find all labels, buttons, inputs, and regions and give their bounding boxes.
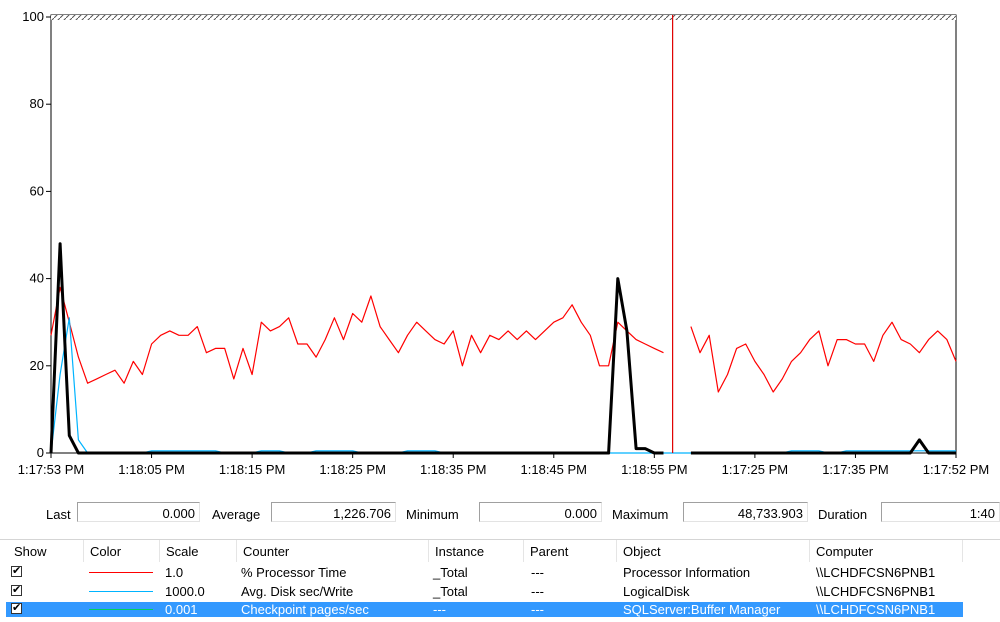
statistics-bar: Last 0.000 Average 1,226.706 Minimum 0.0…	[0, 500, 1000, 526]
legend-row-selected[interactable]: ✔ 0.001 Checkpoint pages/sec --- --- SQL…	[0, 602, 1000, 617]
last-label: Last	[46, 507, 71, 522]
column-header-show[interactable]: Show	[8, 540, 84, 562]
x-tick-label: 1:17:52 PM	[923, 462, 990, 477]
minimum-label: Minimum	[406, 507, 459, 522]
column-header-computer[interactable]: Computer	[810, 540, 963, 562]
computer-name: \\LCHDFCSN6PNB1	[816, 602, 936, 617]
x-tick-label: 1:18:35 PM	[420, 462, 487, 477]
object-name: Processor Information	[623, 565, 751, 580]
x-tick-label: 1:18:25 PM	[319, 462, 386, 477]
object-name: LogicalDisk	[623, 584, 690, 599]
instance-value: ---	[433, 602, 446, 617]
x-tick-label: 1:17:53 PM	[18, 462, 85, 477]
x-tick-label: 1:17:25 PM	[722, 462, 789, 477]
x-tick-label: 1:18:05 PM	[118, 462, 185, 477]
counter-name: Checkpoint pages/sec	[241, 602, 369, 617]
minimum-value: 0.000	[479, 502, 602, 522]
show-checkbox[interactable]: ✔	[11, 566, 22, 577]
x-tick-label: 1:18:55 PM	[621, 462, 688, 477]
x-tick-label: 1:17:35 PM	[822, 462, 889, 477]
color-swatch	[89, 609, 153, 610]
column-header-object[interactable]: Object	[617, 540, 810, 562]
column-header-color[interactable]: Color	[84, 540, 160, 562]
y-tick-label: 80	[30, 96, 44, 111]
y-tick-label: 20	[30, 358, 44, 373]
color-swatch	[89, 572, 153, 573]
y-tick-label: 60	[30, 183, 44, 198]
scale-value: 1000.0	[165, 584, 205, 599]
average-value: 1,226.706	[271, 502, 396, 522]
color-swatch	[89, 591, 153, 592]
maximum-value: 48,733.903	[683, 502, 808, 522]
parent-value: ---	[531, 584, 544, 599]
average-label: Average	[212, 507, 261, 522]
computer-name: \\LCHDFCSN6PNB1	[816, 584, 936, 599]
parent-value: ---	[531, 565, 544, 580]
counter-name: Avg. Disk sec/Write	[241, 584, 354, 599]
y-axis: 0 20 40 60 80 100	[22, 9, 51, 460]
legend-row[interactable]: ✔ 1000.0 Avg. Disk sec/Write _Total --- …	[0, 584, 1000, 599]
last-value: 0.000	[77, 502, 200, 522]
object-name: SQLServer:Buffer Manager	[623, 602, 781, 617]
plot-top-hatch	[51, 15, 956, 20]
legend-header: Show Color Scale Counter Instance Parent…	[0, 540, 1000, 562]
column-header-parent[interactable]: Parent	[524, 540, 617, 562]
duration-value: 1:40	[881, 502, 1000, 522]
scale-value: 0.001	[165, 602, 198, 617]
scale-value: 1.0	[165, 565, 184, 580]
counter-name: % Processor Time	[241, 565, 347, 580]
instance-value: _Total	[433, 565, 468, 580]
column-header-counter[interactable]: Counter	[237, 540, 429, 562]
x-tick-label: 1:18:15 PM	[219, 462, 286, 477]
legend-row[interactable]: ✔ 1.0 % Processor Time _Total --- Proces…	[0, 565, 1000, 580]
column-header-scale[interactable]: Scale	[160, 540, 237, 562]
instance-value: _Total	[433, 584, 468, 599]
x-axis: 1:17:53 PM 1:18:05 PM 1:18:15 PM 1:18:25 PM…	[18, 453, 990, 477]
show-checkbox[interactable]: ✔	[11, 603, 22, 614]
y-tick-label: 0	[37, 445, 44, 460]
counter-legend: Show Color Scale Counter Instance Parent…	[0, 539, 1000, 622]
x-tick-label: 1:18:45 PM	[521, 462, 588, 477]
performance-graph[interactable]: 0 20 40 60 80 100 1:17:53 PM 1:18:05 PM 1:18:15…	[0, 0, 1000, 480]
plot-area	[50, 14, 957, 454]
y-tick-label: 40	[30, 271, 44, 286]
y-tick-label: 100	[22, 9, 44, 24]
maximum-label: Maximum	[612, 507, 669, 522]
parent-value: ---	[531, 602, 544, 617]
column-header-instance[interactable]: Instance	[429, 540, 524, 562]
computer-name: \\LCHDFCSN6PNB1	[816, 565, 936, 580]
show-checkbox[interactable]: ✔	[11, 585, 22, 596]
duration-label: Duration	[818, 507, 868, 522]
